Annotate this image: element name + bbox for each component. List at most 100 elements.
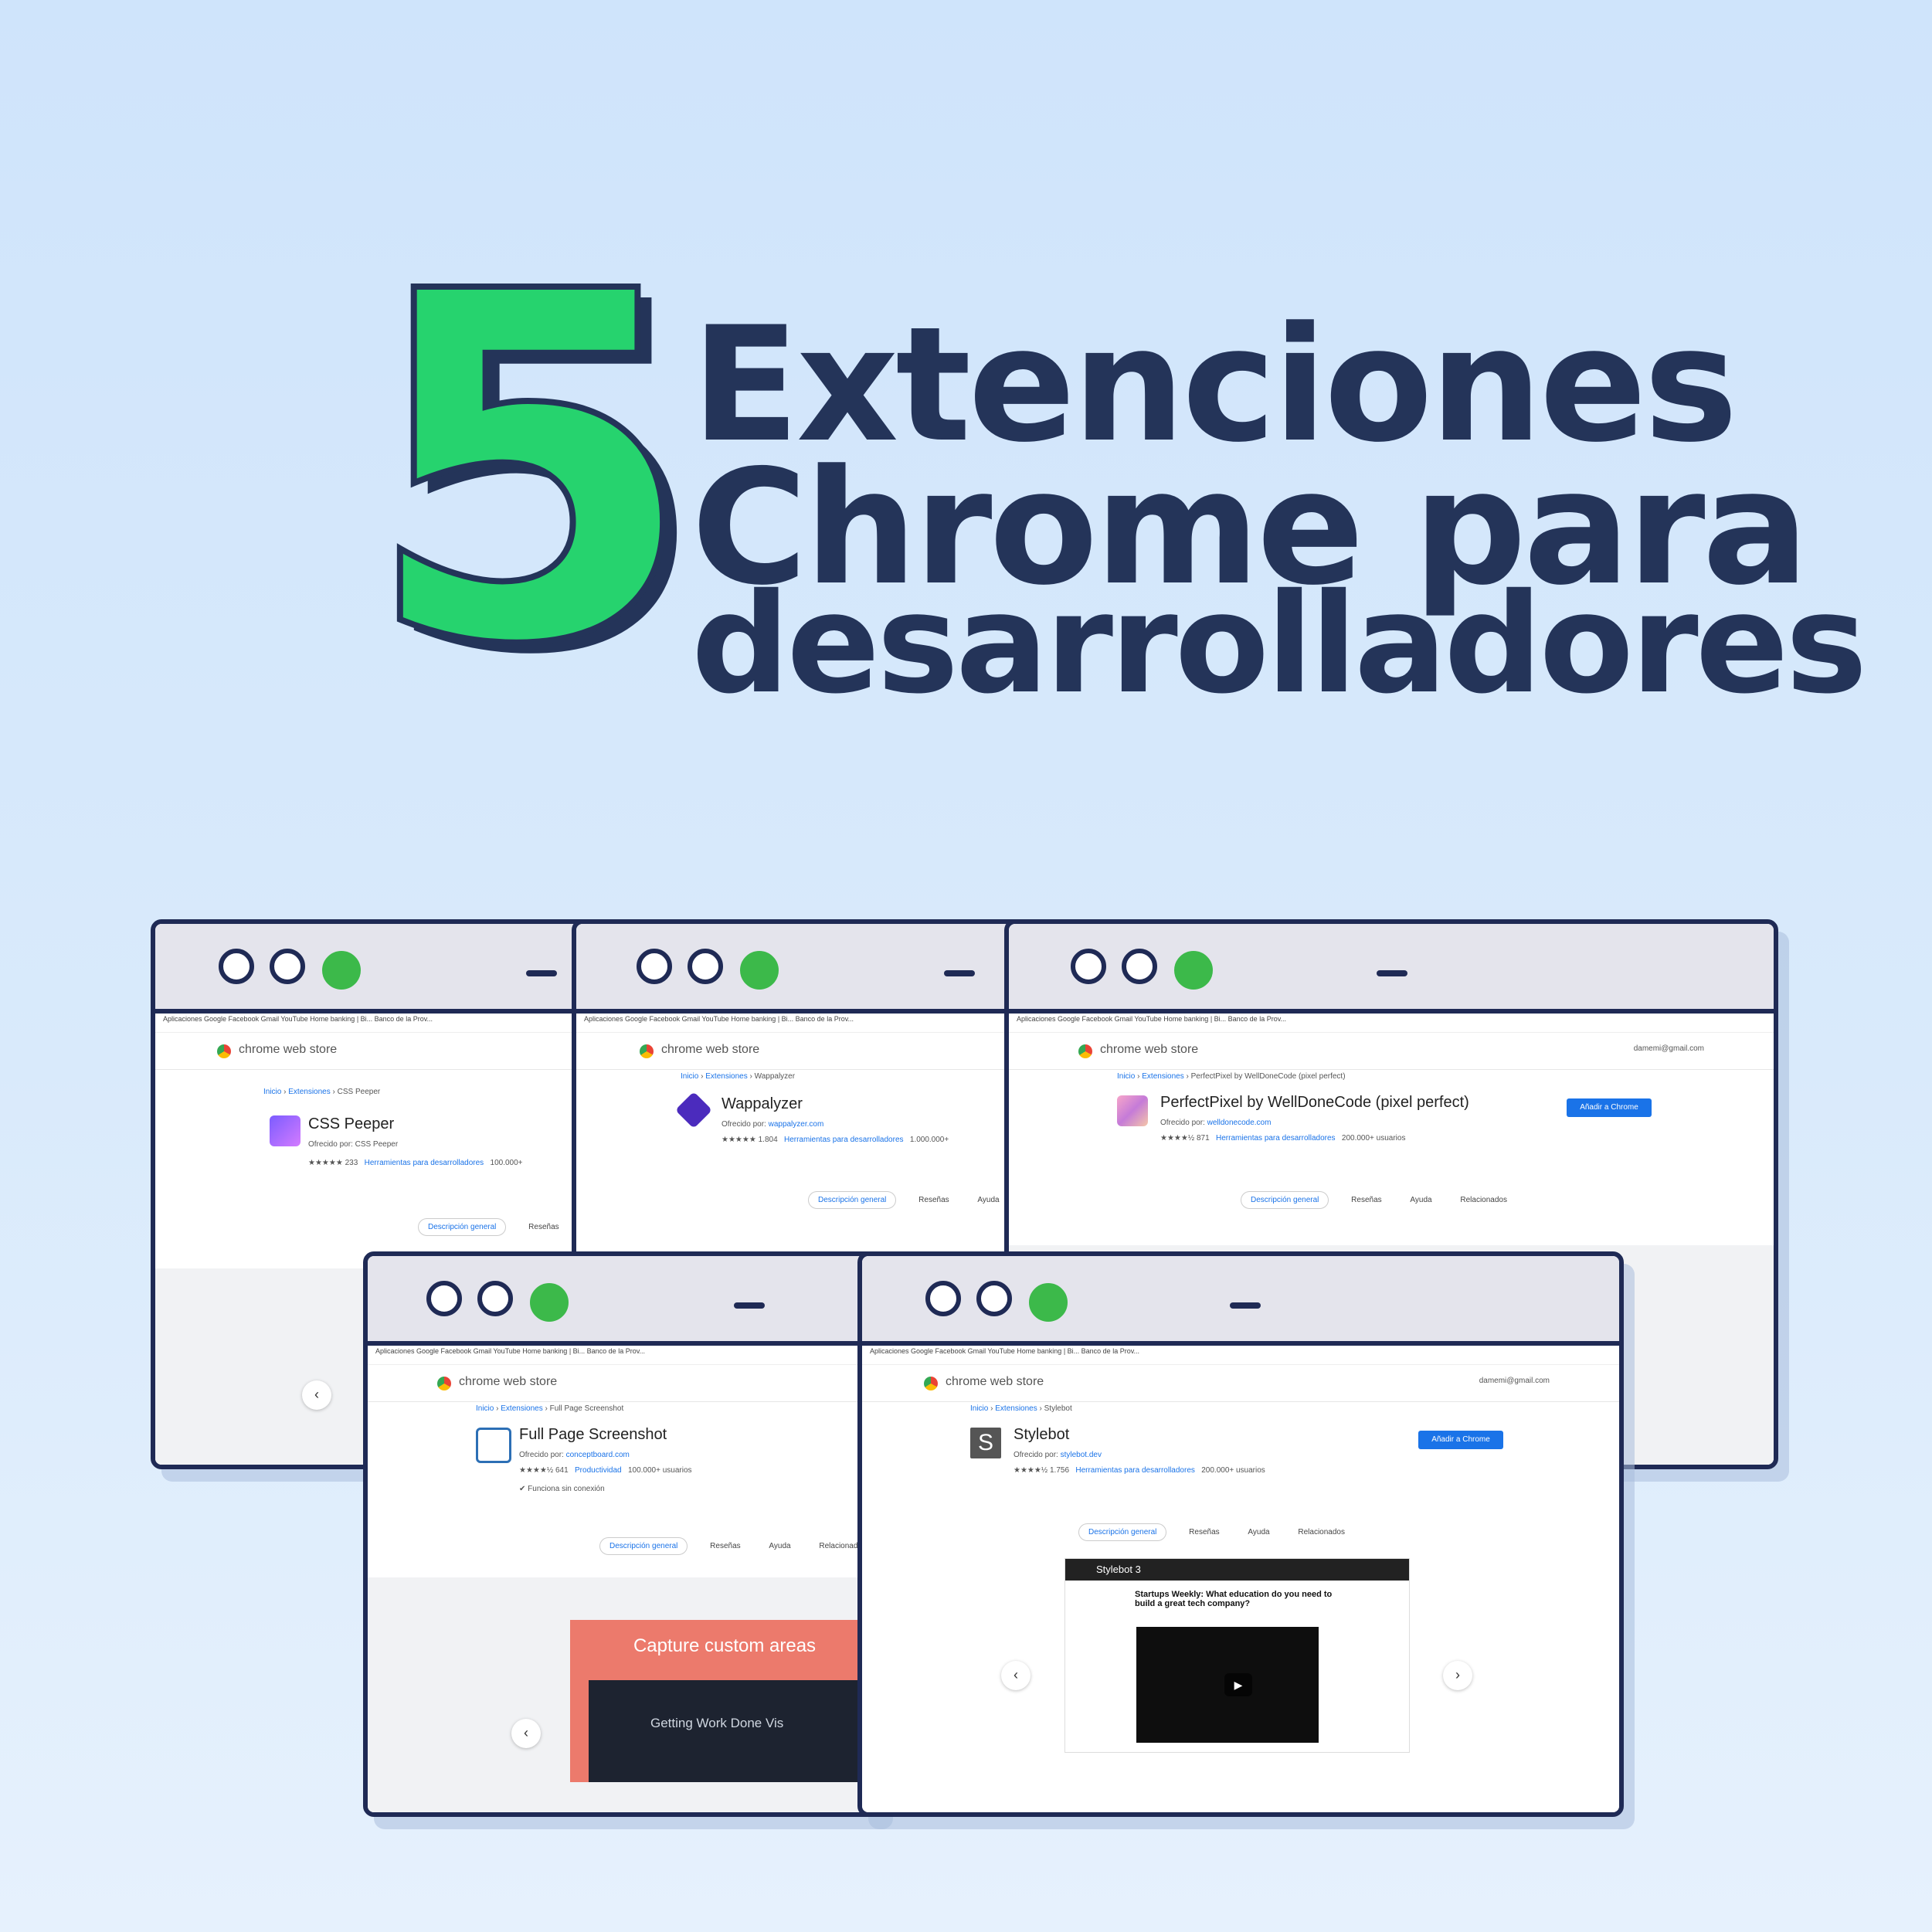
extension-name: CSS Peeper (308, 1115, 395, 1132)
rating[interactable]: ★★★★★ 1.804 (722, 1136, 778, 1144)
tab-overview[interactable]: Descripción general (599, 1537, 688, 1555)
breadcrumb-current: CSS Peeper (337, 1088, 381, 1096)
carousel-prev-arrow[interactable]: ‹ (511, 1719, 541, 1748)
extension-meta: ★★★★½ 641 Productividad 100.000+ usuario… (519, 1466, 692, 1475)
store-name[interactable]: chrome web store (239, 1043, 337, 1057)
rating[interactable]: ★★★★½ 1.756 (1014, 1466, 1069, 1475)
bookmarks-bar[interactable]: Aplicaciones Google Facebook Gmail YouTu… (1009, 1015, 1774, 1033)
store-name[interactable]: chrome web store (661, 1043, 759, 1057)
breadcrumb-home[interactable]: Inicio (970, 1404, 988, 1413)
extension-meta: ★★★★½ 871 Herramientas para desarrollado… (1160, 1134, 1405, 1143)
window-maximize-dot[interactable] (322, 951, 361, 990)
store-name[interactable]: chrome web store (946, 1375, 1044, 1389)
promo-screenshot: Capture custom areas Getting Work Done V… (570, 1620, 878, 1782)
window-maximize-dot[interactable] (1029, 1283, 1068, 1322)
offered-by-value[interactable]: stylebot.dev (1061, 1451, 1102, 1459)
tab-overview[interactable]: Descripción general (418, 1218, 507, 1236)
add-to-chrome-button[interactable]: Añadir a Chrome (1567, 1098, 1652, 1117)
breadcrumb-section[interactable]: Extensiones (501, 1404, 542, 1413)
window-minimize-dot[interactable] (270, 949, 305, 984)
headline-number: 5 (360, 192, 699, 749)
chrome-store-logo-icon (640, 1044, 654, 1058)
breadcrumb: Inicio › Extensiones › PerfectPixel by W… (1117, 1072, 1346, 1081)
carousel-next-arrow[interactable]: › (1443, 1661, 1472, 1690)
tab-help[interactable]: Ayuda (1410, 1196, 1431, 1204)
breadcrumb-section[interactable]: Extensiones (705, 1072, 747, 1081)
extension-meta: ★★★★★ 1.804 Herramientas para desarrolla… (722, 1136, 949, 1144)
offline-label: Funciona sin conexión (528, 1485, 605, 1493)
breadcrumb-section[interactable]: Extensiones (1142, 1072, 1183, 1081)
offered-by-value: CSS Peeper (355, 1140, 399, 1149)
carousel-prev-arrow[interactable]: ‹ (1001, 1661, 1031, 1690)
video-headline: Startups Weekly: What education do you n… (1135, 1590, 1333, 1608)
bookmarks-bar[interactable]: Aplicaciones Google Facebook Gmail YouTu… (155, 1015, 619, 1033)
window-maximize-dot[interactable] (740, 951, 779, 990)
window-close-dot[interactable] (1071, 949, 1106, 984)
window-minimize-dot[interactable] (976, 1281, 1012, 1316)
chrome-store-logo-icon (1078, 1044, 1092, 1058)
category-link[interactable]: Herramientas para desarrolladores (784, 1136, 904, 1144)
browser-window-wappalyzer: Aplicaciones Google Facebook Gmail YouTu… (572, 919, 1060, 1284)
page-content: Aplicaciones Google Facebook Gmail YouTu… (576, 1014, 1055, 1279)
store-header: chrome web store damemi@gmail.com (862, 1366, 1619, 1402)
window-dash (526, 970, 557, 976)
offered-by-value[interactable]: conceptboard.com (566, 1451, 630, 1459)
category-link[interactable]: Herramientas para desarrolladores (1075, 1466, 1195, 1475)
account-menu[interactable]: damemi@gmail.com (1479, 1377, 1550, 1385)
window-close-dot[interactable] (925, 1281, 961, 1316)
offered-by-value[interactable]: wappalyzer.com (769, 1120, 824, 1129)
tab-overview[interactable]: Descripción general (808, 1191, 897, 1209)
rating[interactable]: ★★★★½ 641 (519, 1466, 569, 1475)
account-menu[interactable]: damemi@gmail.com (1634, 1044, 1704, 1053)
tab-related[interactable]: Relacionados (1460, 1196, 1507, 1204)
tab-reviews[interactable]: Reseñas (710, 1542, 740, 1550)
extension-name: Wappalyzer (722, 1095, 803, 1112)
window-close-dot[interactable] (426, 1281, 462, 1316)
rating[interactable]: ★★★★★ 233 (308, 1159, 358, 1167)
category-link[interactable]: Productividad (575, 1466, 622, 1475)
add-to-chrome-button[interactable]: Añadir a Chrome (1418, 1431, 1503, 1449)
category-link[interactable]: Herramientas para desarrolladores (365, 1159, 484, 1167)
play-icon[interactable]: ▶ (1224, 1673, 1252, 1696)
breadcrumb-home[interactable]: Inicio (476, 1404, 494, 1413)
tab-help[interactable]: Ayuda (977, 1196, 999, 1204)
carousel-prev-arrow[interactable]: ‹ (302, 1380, 331, 1410)
window-maximize-dot[interactable] (1174, 951, 1213, 990)
tab-overview[interactable]: Descripción general (1241, 1191, 1329, 1209)
bookmarks-bar[interactable]: Aplicaciones Google Facebook Gmail YouTu… (368, 1347, 878, 1365)
offered-by-value[interactable]: welldonecode.com (1207, 1119, 1272, 1127)
browser-window-stylebot: Aplicaciones Google Facebook Gmail YouTu… (857, 1251, 1624, 1817)
breadcrumb-home[interactable]: Inicio (1117, 1072, 1135, 1081)
tab-help[interactable]: Ayuda (769, 1542, 790, 1550)
rating[interactable]: ★★★★½ 871 (1160, 1134, 1210, 1143)
window-maximize-dot[interactable] (530, 1283, 569, 1322)
detail-tabs: Descripción general Reseñas Ayuda (808, 1191, 1026, 1209)
window-close-dot[interactable] (219, 949, 254, 984)
window-close-dot[interactable] (637, 949, 672, 984)
category-link[interactable]: Herramientas para desarrolladores (1216, 1134, 1336, 1143)
breadcrumb-home[interactable]: Inicio (263, 1088, 281, 1096)
window-minimize-dot[interactable] (1122, 949, 1157, 984)
breadcrumb-section[interactable]: Extensiones (995, 1404, 1037, 1413)
tab-help[interactable]: Ayuda (1248, 1528, 1269, 1536)
window-dash (734, 1302, 765, 1309)
tab-reviews[interactable]: Reseñas (528, 1223, 559, 1231)
promo-video[interactable]: Stylebot 3 Startups Weekly: What educati… (1064, 1558, 1410, 1753)
tab-overview[interactable]: Descripción general (1078, 1523, 1167, 1541)
perfectpixel-icon (1117, 1095, 1148, 1126)
offered-by: Ofrecido por: conceptboard.com (519, 1451, 630, 1459)
bookmarks-bar[interactable]: Aplicaciones Google Facebook Gmail YouTu… (862, 1347, 1619, 1365)
window-minimize-dot[interactable] (477, 1281, 513, 1316)
tab-related[interactable]: Relacionados (1298, 1528, 1345, 1536)
window-minimize-dot[interactable] (688, 949, 723, 984)
breadcrumb-home[interactable]: Inicio (681, 1072, 698, 1081)
tab-reviews[interactable]: Reseñas (918, 1196, 949, 1204)
store-name[interactable]: chrome web store (459, 1375, 557, 1389)
breadcrumb-section[interactable]: Extensiones (288, 1088, 330, 1096)
detail-tabs: Descripción general Reseñas Ayuda Relaci… (1241, 1191, 1533, 1209)
tab-reviews[interactable]: Reseñas (1351, 1196, 1381, 1204)
promo-caption: Capture custom areas (633, 1635, 817, 1656)
bookmarks-bar[interactable]: Aplicaciones Google Facebook Gmail YouTu… (576, 1015, 1055, 1033)
store-name[interactable]: chrome web store (1100, 1043, 1198, 1057)
tab-reviews[interactable]: Reseñas (1189, 1528, 1219, 1536)
